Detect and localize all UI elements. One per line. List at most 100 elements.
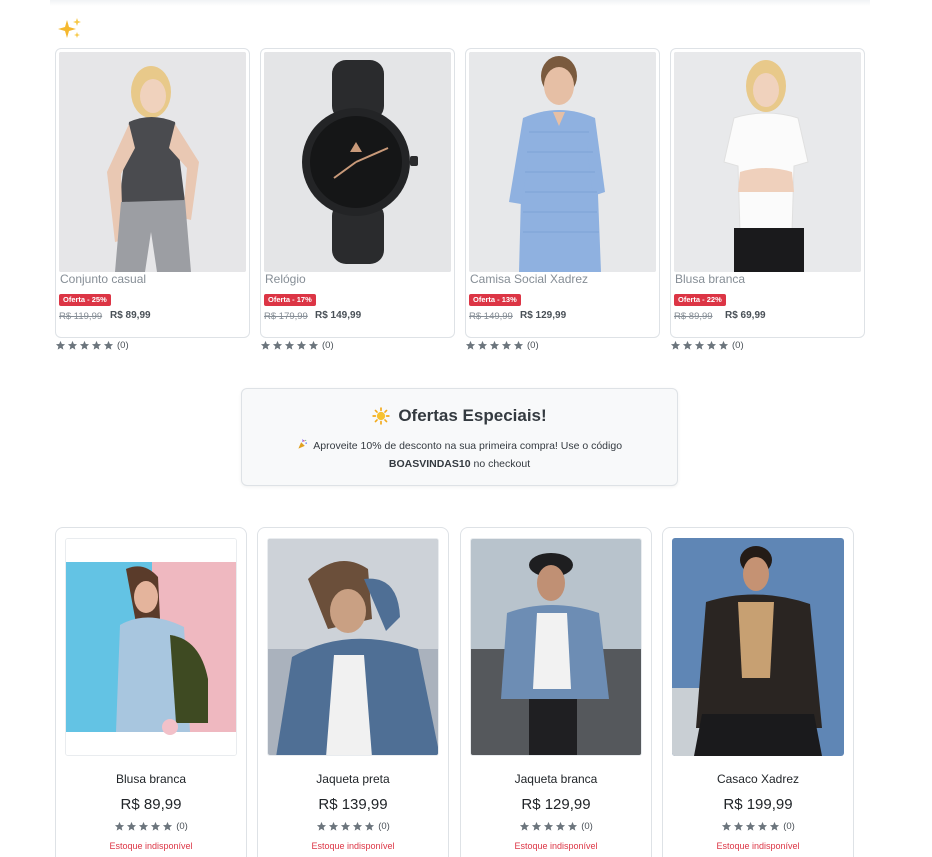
product-rating: (0) xyxy=(55,339,129,351)
star-icon xyxy=(126,821,137,832)
product-image[interactable] xyxy=(59,52,246,272)
promo-text-end: no checkout xyxy=(473,458,531,470)
star-icon xyxy=(733,821,744,832)
star-icon xyxy=(272,340,283,351)
product-image[interactable] xyxy=(470,538,642,756)
star-icon xyxy=(150,821,161,832)
star-icon xyxy=(757,821,768,832)
product-image[interactable] xyxy=(469,52,656,272)
star-rating xyxy=(519,821,578,832)
product-price: R$ 89,99 xyxy=(120,796,182,813)
product-card[interactable]: Jaqueta branca R$ 129,99 (0) Estoque ind… xyxy=(460,527,652,857)
rating-count: (0) xyxy=(527,339,539,351)
star-icon xyxy=(465,340,476,351)
star-icon xyxy=(531,821,542,832)
product-image[interactable] xyxy=(264,52,451,272)
product-card[interactable]: Casaco Xadrez R$ 199,99 (0) Estoque indi… xyxy=(662,527,854,857)
product-name[interactable]: Relógio xyxy=(265,272,306,286)
old-price: R$ 89,99 xyxy=(674,311,713,322)
product-rating: (0) xyxy=(663,821,853,832)
product-image[interactable] xyxy=(674,52,861,272)
star-rating xyxy=(721,821,780,832)
star-icon xyxy=(670,340,681,351)
product-name[interactable]: Jaqueta branca xyxy=(461,772,651,786)
promo-text: Aproveite 10% de desconto na sua primeir… xyxy=(313,440,623,452)
star-icon xyxy=(489,340,500,351)
star-icon xyxy=(114,821,125,832)
promo-title: Ofertas Especiais! xyxy=(398,406,547,425)
star-rating xyxy=(465,340,524,351)
old-price: R$ 119,99 xyxy=(59,311,103,322)
star-icon xyxy=(513,340,524,351)
product-rating: (0) xyxy=(56,821,246,832)
out-of-stock-label: Estoque indisponível xyxy=(311,841,395,851)
rating-count: (0) xyxy=(117,339,129,351)
rating-count: (0) xyxy=(581,821,593,832)
star-icon xyxy=(501,340,512,351)
product-name[interactable]: Blusa branca xyxy=(56,772,246,786)
star-icon xyxy=(284,340,295,351)
star-icon xyxy=(567,821,578,832)
product-rating: (0) xyxy=(258,821,448,832)
featured-card[interactable]: Conjunto casual Oferta - 25% R$ 119,99 R… xyxy=(55,48,250,338)
product-name[interactable]: Casaco Xadrez xyxy=(663,772,853,786)
featured-card[interactable]: Blusa branca Oferta - 22% R$ 89,99 R$ 69… xyxy=(670,48,865,338)
product-name[interactable]: Jaqueta preta xyxy=(258,772,448,786)
star-icon xyxy=(477,340,488,351)
discount-badge: Oferta - 22% xyxy=(674,294,726,306)
star-icon xyxy=(555,821,566,832)
star-icon xyxy=(260,340,271,351)
star-rating xyxy=(316,821,375,832)
product-rating: (0) xyxy=(461,821,651,832)
sale-price: R$ 149,99 xyxy=(315,310,362,321)
rating-count: (0) xyxy=(378,821,390,832)
out-of-stock-label: Estoque indisponível xyxy=(514,841,598,851)
star-icon xyxy=(519,821,530,832)
discount-badge: Oferta - 13% xyxy=(469,294,521,306)
star-icon xyxy=(138,821,149,832)
star-rating xyxy=(55,340,114,351)
star-icon xyxy=(543,821,554,832)
star-icon xyxy=(364,821,375,832)
promo-message: Aproveite 10% de desconto na sua primeir… xyxy=(272,437,647,473)
sun-icon xyxy=(372,407,391,425)
sparkles-icon xyxy=(58,18,81,38)
product-image[interactable] xyxy=(65,538,237,756)
rating-count: (0) xyxy=(176,821,188,832)
out-of-stock-label: Estoque indisponível xyxy=(716,841,800,851)
product-name[interactable]: Camisa Social Xadrez xyxy=(470,272,588,286)
product-card[interactable]: Jaqueta preta R$ 139,99 (0) Estoque indi… xyxy=(257,527,449,857)
star-icon xyxy=(103,340,114,351)
out-of-stock-label: Estoque indisponível xyxy=(109,841,193,851)
star-icon xyxy=(340,821,351,832)
product-rating: (0) xyxy=(260,339,334,351)
star-icon xyxy=(308,340,319,351)
rating-count: (0) xyxy=(322,339,334,351)
sale-price: R$ 89,99 xyxy=(110,310,151,321)
product-name[interactable]: Conjunto casual xyxy=(60,272,146,286)
product-image[interactable] xyxy=(672,538,844,756)
star-icon xyxy=(328,821,339,832)
star-icon xyxy=(694,340,705,351)
star-rating xyxy=(114,821,173,832)
party-popper-icon xyxy=(298,439,307,449)
featured-card[interactable]: Camisa Social Xadrez Oferta - 13% R$ 149… xyxy=(465,48,660,338)
rating-count: (0) xyxy=(732,339,744,351)
star-icon xyxy=(79,340,90,351)
product-card[interactable]: Blusa branca R$ 89,99 (0) Estoque indisp… xyxy=(55,527,247,857)
product-rating: (0) xyxy=(670,339,744,351)
star-icon xyxy=(769,821,780,832)
product-price: R$ 139,99 xyxy=(318,796,388,813)
old-price: R$ 149,99 xyxy=(469,311,513,322)
header-shadow xyxy=(50,0,870,6)
sale-price: R$ 69,99 xyxy=(725,310,766,321)
featured-products: Conjunto casual Oferta - 25% R$ 119,99 R… xyxy=(55,48,870,358)
discount-badge: Oferta - 17% xyxy=(264,294,316,306)
star-icon xyxy=(162,821,173,832)
featured-card[interactable]: Relógio Oferta - 17% R$ 179,99 R$ 149,99 xyxy=(260,48,455,338)
product-image[interactable] xyxy=(267,538,439,756)
special-offers-banner: Ofertas Especiais! Aproveite 10% de desc… xyxy=(241,388,678,486)
star-icon xyxy=(67,340,78,351)
product-name[interactable]: Blusa branca xyxy=(675,272,745,286)
product-price: R$ 129,99 xyxy=(521,796,591,813)
